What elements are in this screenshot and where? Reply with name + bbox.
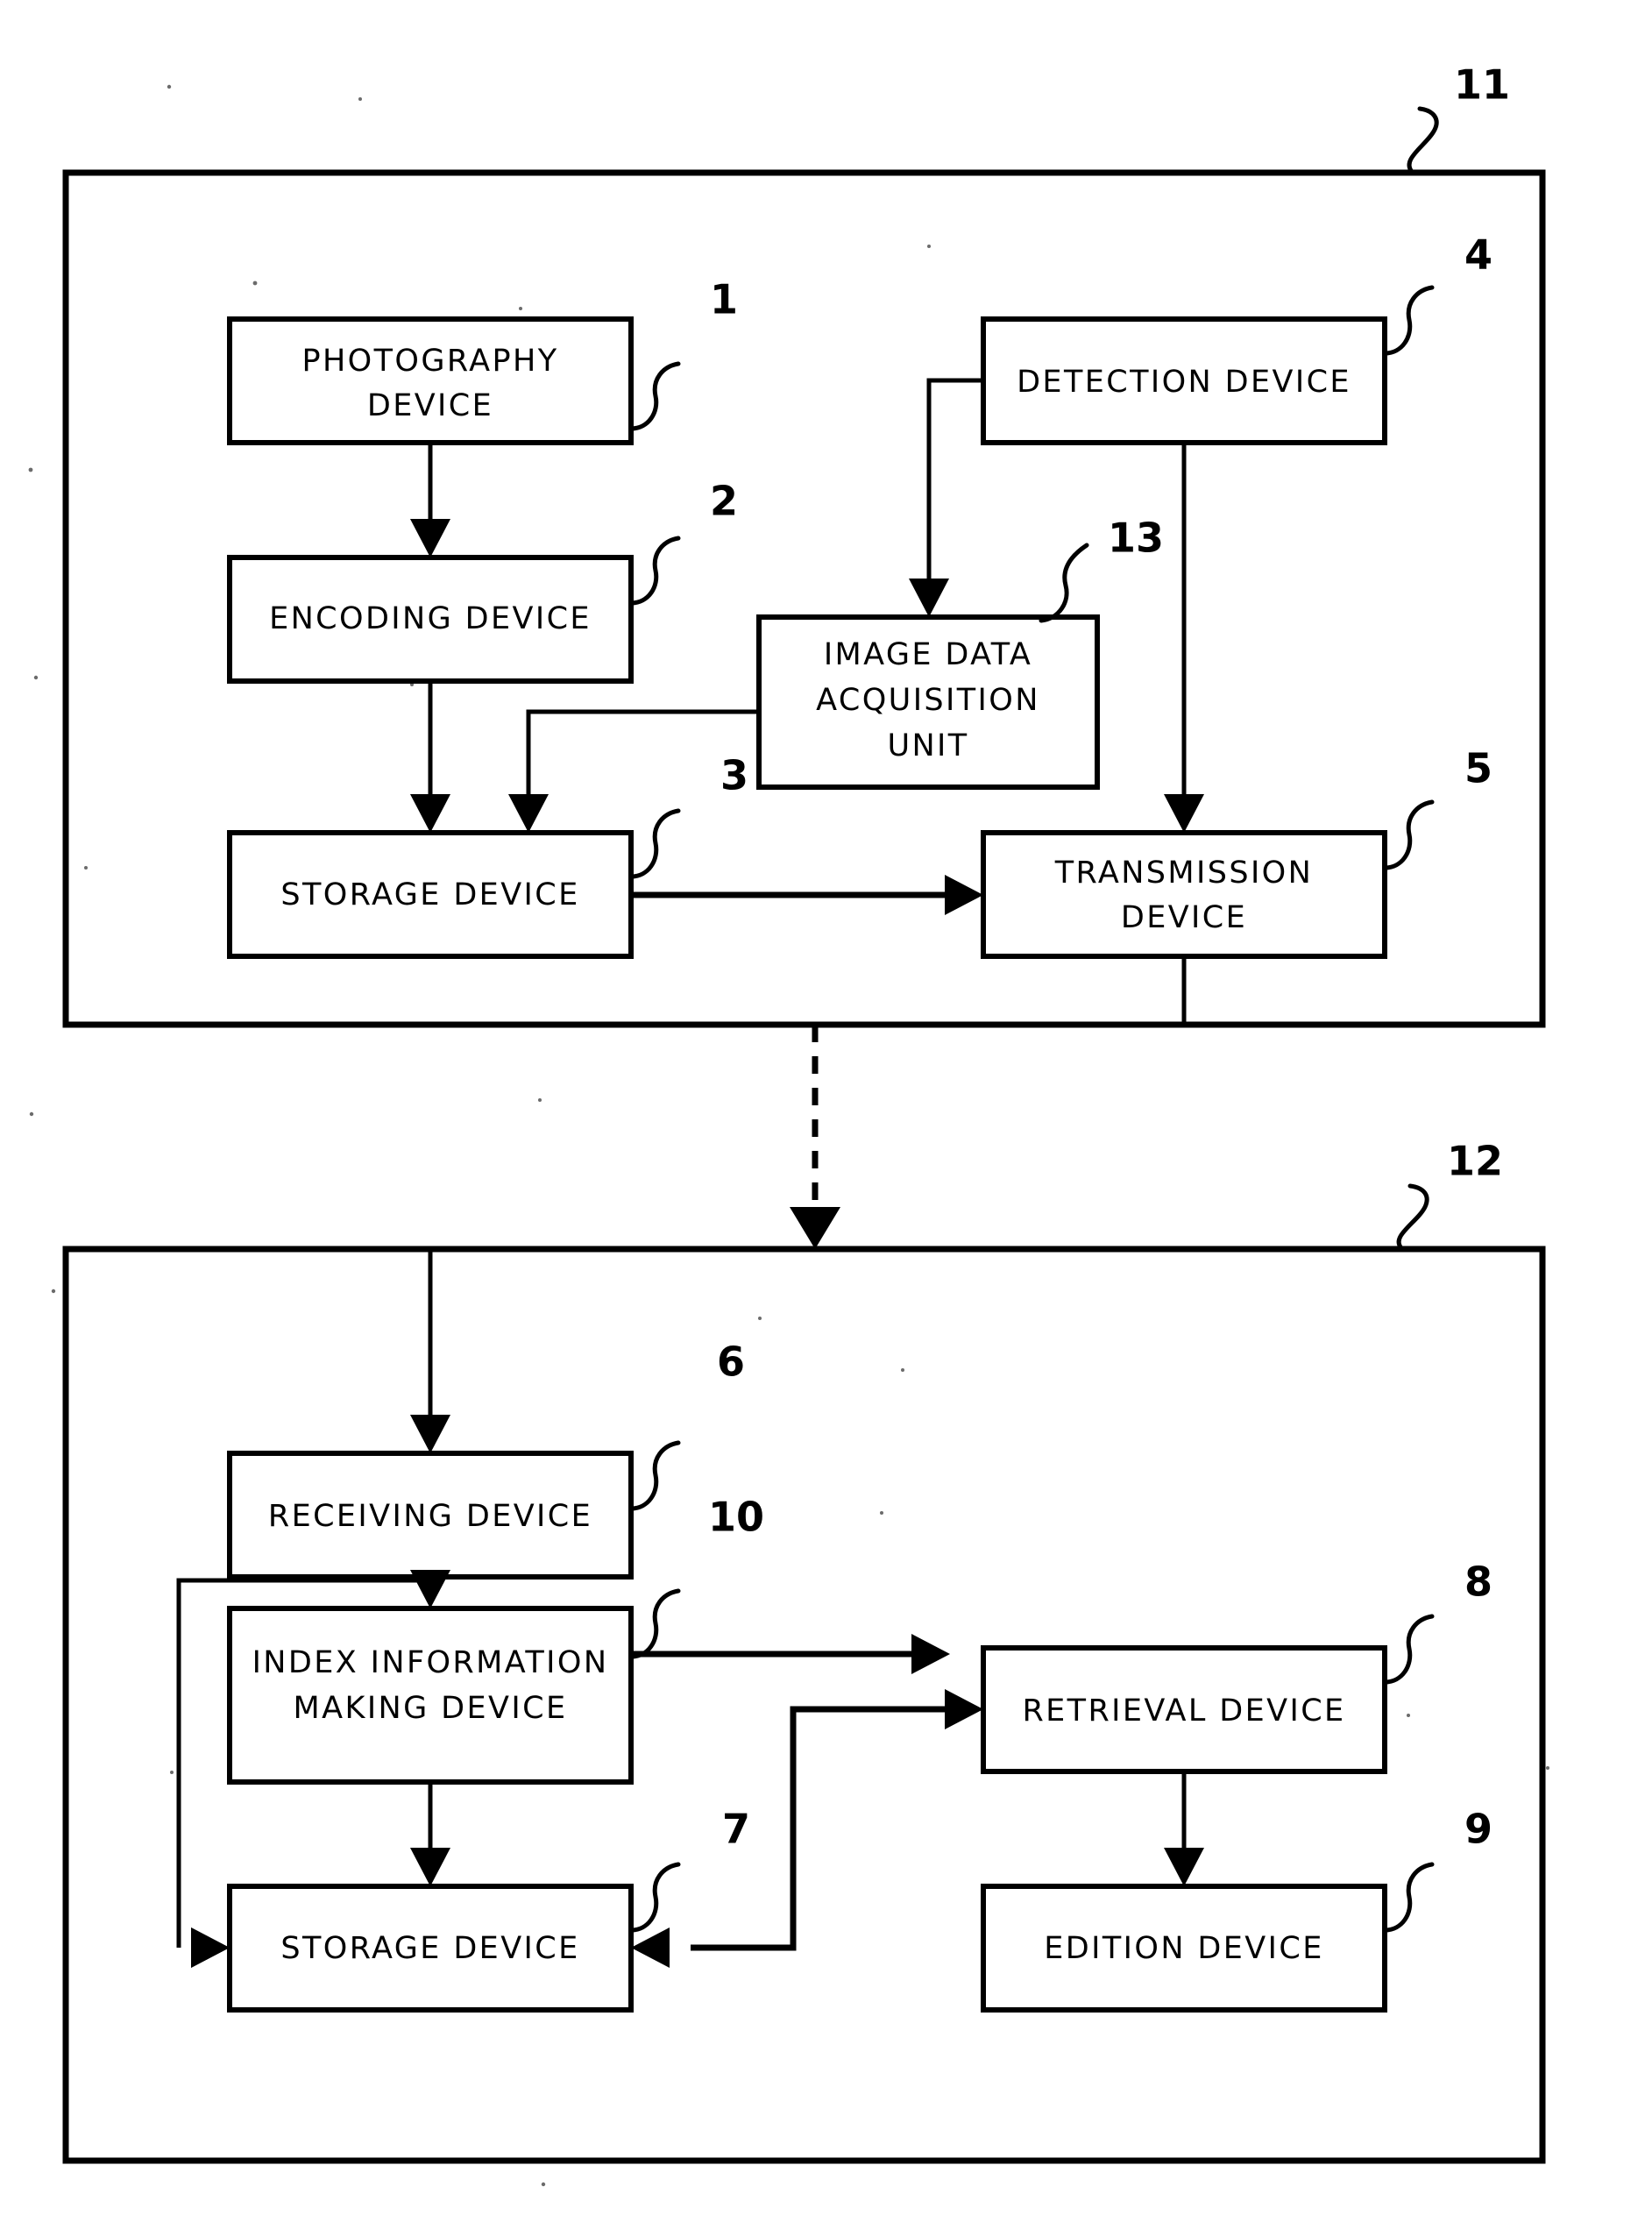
storage-device-bottom-label: STORAGE DEVICE (280, 1931, 579, 1966)
encoding-device-block[interactable]: ENCODING DEVICE (227, 555, 634, 684)
storage-device-top-label: STORAGE DEVICE (280, 877, 579, 912)
conn-encoding-to-storage-top (410, 681, 450, 833)
ref-numeral-6: 6 (717, 1338, 745, 1386)
ref-numeral-3: 3 (720, 752, 748, 799)
conn-detection-to-transmission (1164, 443, 1204, 833)
ref-leader-7: 7 (628, 1806, 750, 1933)
conn-enclosure12-to-receiving (410, 1249, 450, 1453)
ref-leader-13: 13 (1039, 515, 1164, 623)
ref-numeral-10: 10 (708, 1494, 764, 1541)
ref-leader-4: 4 (1382, 231, 1492, 356)
detection-device-label: DETECTION DEVICE (1017, 365, 1351, 400)
block-diagram-canvas: 11 12 PHOTOGRAPHY DEVICE 1 ENCODING DEVI… (28, 61, 1549, 2187)
image-data-acquisition-label-line1: IMAGE DATA (824, 637, 1032, 672)
photography-device-label-line1: PHOTOGRAPHY (301, 344, 558, 379)
ref-numeral-7: 7 (722, 1806, 750, 1853)
ref-numeral-4: 4 (1464, 231, 1492, 279)
storage-device-top-block[interactable]: STORAGE DEVICE (227, 830, 634, 959)
patent-figure: 11 12 PHOTOGRAPHY DEVICE 1 ENCODING DEVI… (0, 0, 1652, 2215)
image-data-acquisition-label-line2: ACQUISITION (816, 683, 1040, 718)
transmission-device-label-line2: DEVICE (1121, 900, 1247, 935)
index-information-making-block[interactable]: INDEX INFORMATION MAKING DEVICE (227, 1606, 634, 1785)
receiving-device-label: RECEIVING DEVICE (268, 1499, 592, 1534)
conn-detection-to-acquisition (909, 378, 983, 617)
ref-numeral-8: 8 (1464, 1558, 1492, 1606)
edition-device-label: EDITION DEVICE (1044, 1931, 1323, 1966)
transmission-device-block[interactable]: TRANSMISSION DEVICE (981, 830, 1387, 959)
ref-numeral-12: 12 (1447, 1138, 1503, 1185)
ref-leader-6: 6 (628, 1338, 745, 1511)
retrieval-device-block[interactable]: RETRIEVAL DEVICE (981, 1645, 1387, 1774)
ref-leader-5: 5 (1382, 745, 1492, 870)
retrieval-device-label: RETRIEVAL DEVICE (1022, 1693, 1345, 1729)
ref-numeral-2: 2 (710, 478, 738, 525)
ref-leader-2: 2 (628, 478, 738, 606)
ref-numeral-9: 9 (1464, 1806, 1492, 1853)
image-data-acquisition-block[interactable]: IMAGE DATA ACQUISITION UNIT (756, 614, 1100, 790)
index-information-making-label-line1: INDEX INFORMATION (252, 1645, 609, 1680)
ref-leader-9: 9 (1382, 1806, 1492, 1933)
ref-leader-8: 8 (1382, 1558, 1492, 1685)
receiving-device-block[interactable]: RECEIVING DEVICE (227, 1451, 634, 1580)
ref-leader-3: 3 (628, 752, 748, 879)
conn-transmission-to-receiving-dashed (790, 1025, 840, 1249)
photography-device-label-line2: DEVICE (367, 388, 493, 423)
photography-device-box[interactable] (227, 316, 634, 445)
ref-leader-1: 1 (628, 276, 738, 431)
transmission-device-box[interactable] (981, 830, 1387, 959)
ref-numeral-5: 5 (1464, 745, 1492, 792)
transmission-device-label-line1: TRANSMISSION (1054, 855, 1313, 891)
ref-numeral-1: 1 (710, 276, 738, 323)
storage-device-bottom-block[interactable]: STORAGE DEVICE (227, 1884, 634, 2013)
ref-numeral-11: 11 (1454, 61, 1510, 109)
conn-photography-to-encoding (410, 443, 450, 557)
index-information-making-label-line2: MAKING DEVICE (294, 1691, 568, 1726)
ref-leader-10: 10 (628, 1494, 764, 1659)
encoding-device-label: ENCODING DEVICE (269, 601, 592, 636)
ref-numeral-13: 13 (1108, 515, 1164, 562)
edition-device-block[interactable]: EDITION DEVICE (981, 1884, 1387, 2013)
photography-device-block[interactable]: PHOTOGRAPHY DEVICE (227, 316, 634, 445)
image-data-acquisition-label-line3: UNIT (887, 728, 968, 763)
conn-storage-top-to-transmission (631, 875, 983, 915)
detection-device-block[interactable]: DETECTION DEVICE (981, 316, 1387, 445)
